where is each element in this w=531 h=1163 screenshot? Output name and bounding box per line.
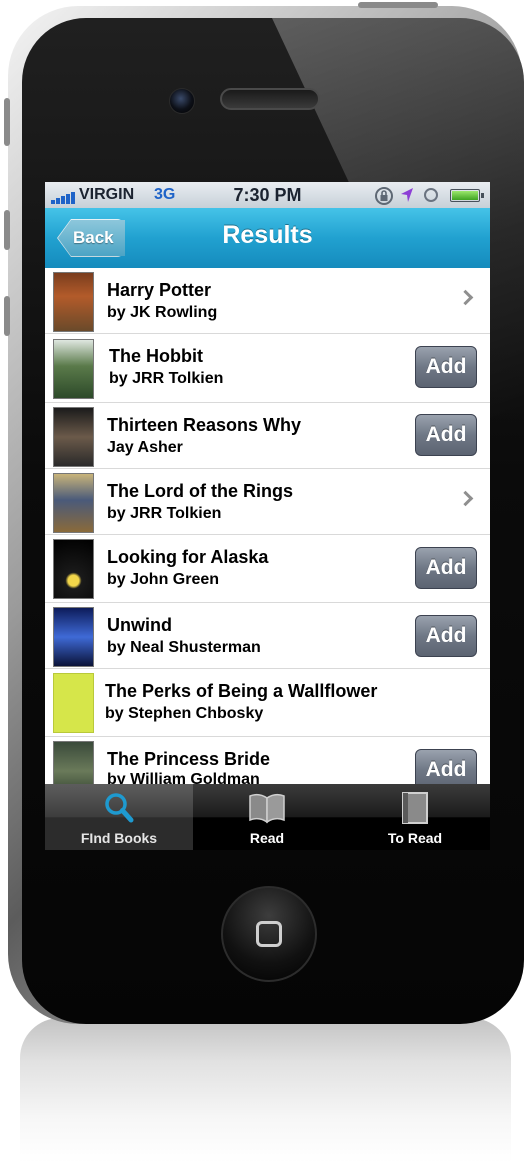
alarm-icon (424, 188, 438, 202)
book-cover (53, 407, 94, 467)
tab-find-books[interactable]: FInd Books (45, 784, 193, 850)
open-book-icon (249, 793, 285, 824)
book-cover (53, 272, 94, 332)
book-title: Looking for Alaska (107, 547, 269, 567)
tab-label: To Read (387, 830, 443, 846)
earpiece-speaker (220, 88, 320, 110)
book-author: by William Goldman (107, 771, 260, 784)
add-button[interactable]: Add (415, 414, 477, 456)
chevron-right-icon[interactable] (457, 289, 474, 306)
book-author: by Neal Shusterman (107, 639, 261, 656)
add-button[interactable]: Add (415, 615, 477, 657)
tab-label: FInd Books (80, 830, 158, 846)
book-author: by JRR Tolkien (109, 370, 224, 387)
chevron-right-icon[interactable] (457, 490, 474, 507)
book-title: The Hobbit (109, 346, 203, 366)
magnifier-icon (105, 793, 134, 823)
book-author: by JRR Tolkien (107, 505, 222, 522)
book-author: by JK Rowling (107, 304, 218, 321)
book-cover (53, 741, 94, 784)
tab-to-read[interactable]: To Read (341, 784, 489, 850)
book-title: The Lord of the Rings (107, 481, 293, 501)
results-list: Harry Potter by JK Rowling The Hobbit by… (45, 268, 490, 784)
list-item[interactable]: Harry Potter by JK Rowling (45, 268, 490, 334)
book-cover (53, 473, 94, 533)
tab-bar: FInd Books Read To Read (45, 784, 490, 850)
book-cover (53, 607, 94, 667)
rotation-lock-icon (375, 187, 393, 205)
list-item[interactable]: The Lord of the Rings by JRR Tolkien (45, 469, 490, 535)
book-title: Thirteen Reasons Why (107, 415, 302, 435)
closed-book-icon (402, 792, 428, 824)
book-title: Unwind (107, 615, 172, 635)
list-item[interactable]: The Perks of Being a Wallflower by Steph… (45, 669, 490, 737)
list-item[interactable]: Thirteen Reasons Why Jay Asher Add (45, 403, 490, 469)
list-item[interactable]: Unwind by Neal Shusterman Add (45, 603, 490, 669)
list-item[interactable]: The Hobbit by JRR Tolkien Add (45, 334, 490, 403)
book-title: The Princess Bride (107, 749, 271, 769)
add-button[interactable]: Add (415, 346, 477, 388)
volume-up-button (4, 210, 10, 250)
page-title: Results (222, 221, 313, 249)
book-title: The Perks of Being a Wallflower (105, 681, 378, 701)
navigation-bar: Back Results (45, 208, 490, 269)
mute-switch (4, 98, 10, 146)
list-item[interactable]: Looking for Alaska by John Green Add (45, 535, 490, 603)
book-author: by Stephen Chbosky (105, 705, 264, 722)
phone-reflection (20, 1018, 511, 1163)
front-camera (169, 88, 195, 114)
list-item[interactable]: The Princess Bride by William Goldman Ad… (45, 737, 490, 784)
location-arrow-icon (401, 188, 413, 202)
add-button[interactable]: Add (415, 749, 477, 784)
book-cover (53, 339, 94, 399)
volume-down-button (4, 296, 10, 336)
home-square-icon (256, 921, 282, 947)
app-screen: VIRGIN 3G 7:30 PM Back Results Harry Pot… (45, 182, 490, 850)
book-author: Jay Asher (107, 439, 183, 456)
book-cover (53, 673, 94, 733)
book-title: Harry Potter (107, 280, 212, 300)
home-button[interactable] (221, 886, 317, 982)
status-bar: VIRGIN 3G 7:30 PM (45, 182, 490, 208)
book-cover (53, 539, 94, 599)
tab-read[interactable]: Read (193, 784, 341, 850)
book-author: by John Green (107, 571, 220, 588)
battery-icon (450, 189, 484, 202)
add-button[interactable]: Add (415, 547, 477, 589)
tab-label: Read (249, 830, 285, 846)
power-button (358, 2, 438, 8)
